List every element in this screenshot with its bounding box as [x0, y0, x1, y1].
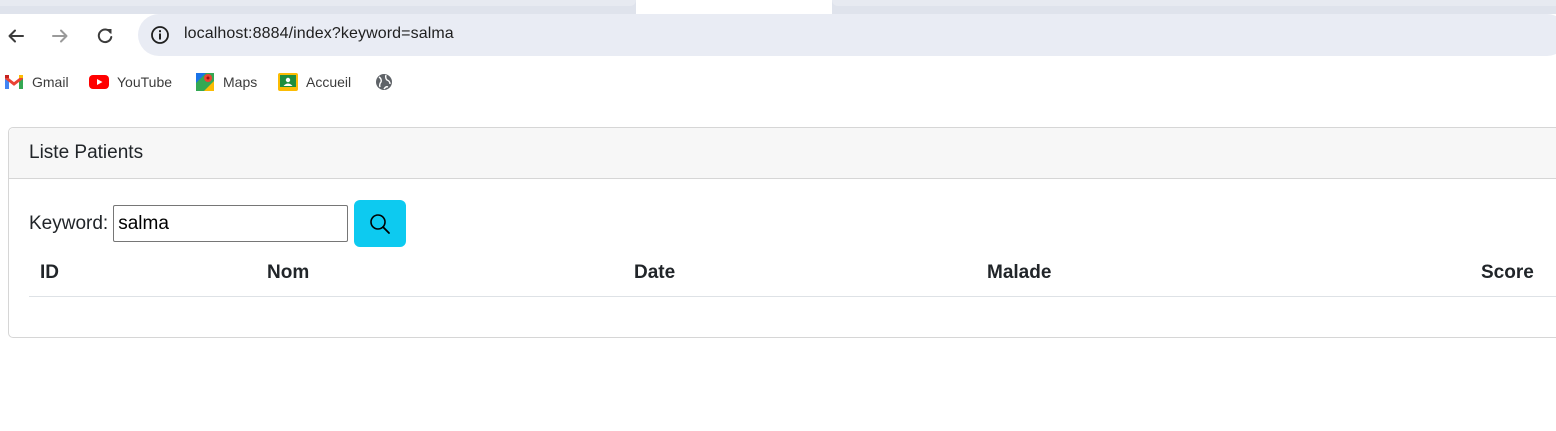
keyword-label: Keyword:	[29, 212, 109, 234]
arrow-left-icon	[8, 29, 24, 43]
patients-card: Liste Patients Keyword: ID Nom Date Mala…	[8, 127, 1556, 338]
arrow-right-icon	[52, 29, 68, 43]
column-header-nom: Nom	[267, 262, 310, 283]
active-tab[interactable]	[636, 0, 832, 14]
card-title: Liste Patients	[29, 142, 144, 163]
column-header-malade: Malade	[987, 262, 1052, 283]
reload-icon	[97, 28, 113, 44]
bookmark-label: Accueil	[306, 74, 352, 90]
card-header: Liste Patients	[9, 128, 1556, 179]
bookmark-label: Maps	[223, 74, 258, 90]
search-icon	[370, 213, 391, 234]
address-bar[interactable]: localhost:8884/index?keyword=salma	[138, 14, 1556, 56]
site-info-button[interactable]	[148, 23, 172, 47]
youtube-icon	[89, 72, 109, 92]
browser-toolbar: localhost:8884/index?keyword=salma	[0, 14, 1556, 58]
classroom-icon	[278, 72, 298, 92]
bookmark-accueil[interactable]: Accueil	[278, 72, 351, 92]
back-button[interactable]	[0, 18, 34, 54]
keyword-input[interactable]	[113, 205, 349, 242]
bookmark-globe[interactable]	[374, 72, 402, 92]
inactive-tab[interactable]	[0, 0, 636, 6]
bookmark-label: YouTube	[117, 74, 173, 90]
column-header-score: Score	[1481, 262, 1534, 283]
globe-icon	[374, 72, 394, 92]
reload-button[interactable]	[87, 18, 123, 54]
search-button[interactable]	[354, 200, 407, 247]
column-header-date: Date	[634, 262, 676, 283]
url-text[interactable]: localhost:8884/index?keyword=salma	[184, 25, 454, 43]
forward-button[interactable]	[42, 18, 78, 54]
info-circle-icon	[151, 26, 169, 44]
bookmarks-bar: Gmail YouTube Maps Accueil	[0, 62, 1556, 102]
patients-table-header: ID Nom Date Malade Score	[29, 250, 1556, 297]
bookmark-maps[interactable]: Maps	[195, 72, 257, 92]
search-form: Keyword:	[29, 200, 407, 247]
maps-icon	[195, 72, 215, 92]
gmail-icon	[4, 72, 24, 92]
column-header-id: ID	[40, 262, 59, 283]
inactive-tab[interactable]	[832, 0, 1556, 6]
bookmark-youtube[interactable]: YouTube	[89, 72, 172, 92]
tab-strip	[0, 0, 1556, 14]
bookmark-label: Gmail	[32, 74, 69, 90]
bookmark-gmail[interactable]: Gmail	[4, 72, 69, 92]
